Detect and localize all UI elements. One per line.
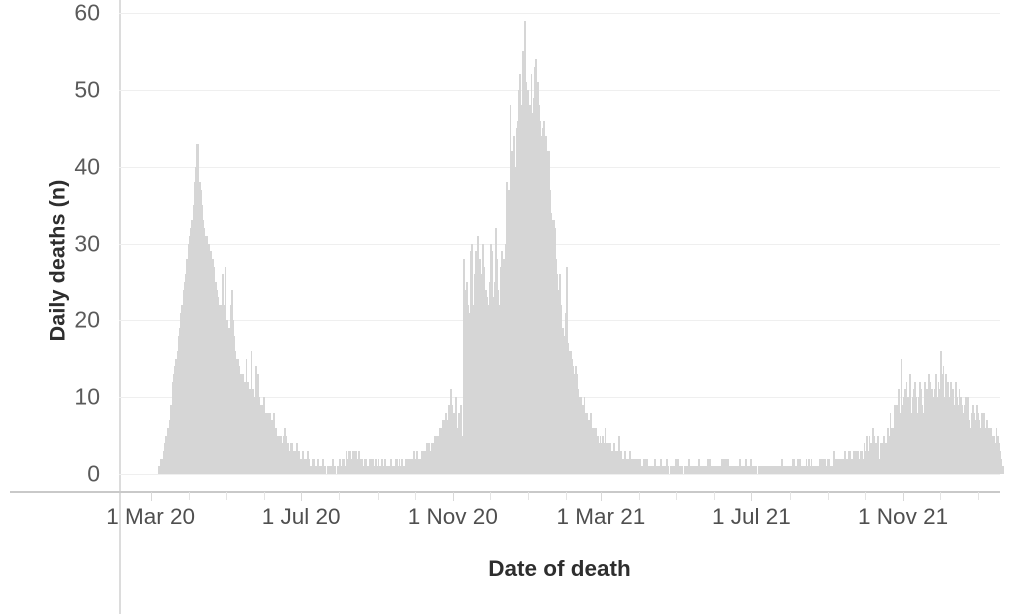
x-axis-tick [676,492,678,500]
x-axis-major-tick [751,492,753,501]
x-axis-tick [714,492,716,500]
x-axis-title: Date of death [488,556,631,581]
x-axis-tick-label: 1 Mar 20 [106,504,195,529]
y-axis-tick-label: 50 [74,76,100,103]
x-axis-major-tick [150,492,152,501]
x-axis-tick-label: 1 Mar 21 [556,504,646,529]
x-axis-tick-label: 1 Nov 20 [407,504,498,529]
x-axis-tick [639,492,641,500]
x-axis-major-tick [452,492,454,501]
y-axis-tick-label: 40 [74,153,100,180]
x-axis-tick [264,492,266,500]
x-axis-tick [864,492,866,500]
x-axis-tick [489,492,491,500]
x-axis-tick-label: 1 Jul 21 [711,504,791,529]
y-axis-tick-label: 20 [74,306,100,333]
x-axis-tick [978,492,980,500]
plot-area [119,0,1004,492]
y-axis-tick-label: 0 [87,460,100,487]
x-axis-tick-label: 1 Jul 20 [261,504,341,529]
y-axis-tick-label: 30 [74,230,100,256]
x-axis-tick [827,492,829,500]
x-axis-tick [940,492,942,500]
x-axis-tick-labels: 1 Mar 20 1 Jul 20 1 Nov 20 1 Mar 21 1 Jul 21… [0,504,1018,544]
bar-series [119,0,1004,492]
x-axis-ticks [119,492,1000,501]
x-axis-tick [414,492,416,500]
y-axis-tick-label: 60 [74,0,100,26]
bar [1001,466,1004,474]
x-axis-tick [225,492,227,500]
x-axis-tick [377,492,379,500]
x-axis-tick [188,492,190,500]
epidemic-curve-chart: Daily deaths (n) 0 10 20 30 40 50 60 1 Mar 20 1… [0,0,1018,614]
x-axis-tick [339,492,341,500]
x-axis-major-tick [600,492,602,501]
x-axis-major-tick [301,492,303,501]
x-axis-tick [789,492,791,500]
y-axis-tick-label: 10 [74,383,100,410]
x-axis-tick [566,492,568,500]
x-axis-tick-label: 1 Nov 21 [858,504,949,529]
x-axis-major-tick [903,492,905,501]
x-axis-tick [528,492,530,500]
